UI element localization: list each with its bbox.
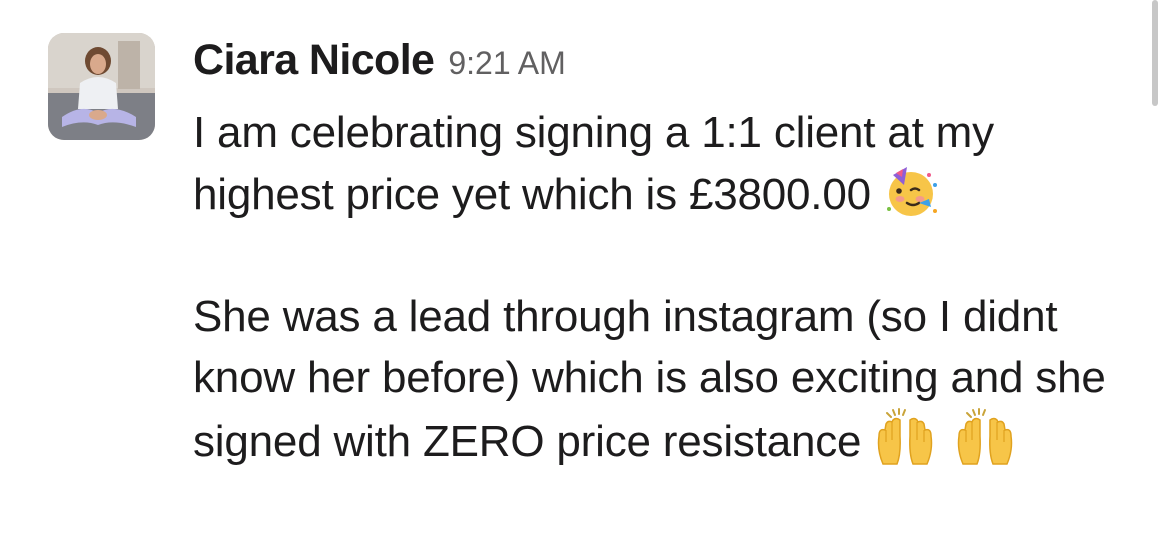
chat-message: Ciara Nicole 9:21 AM I am celebrating si…	[0, 0, 1170, 534]
raising-hands-icon	[953, 408, 1017, 466]
raising-hands-icon	[873, 408, 937, 466]
message-text: I am celebrating signing a 1:1 client at…	[193, 108, 994, 219]
timestamp[interactable]: 9:21 AM	[448, 45, 565, 82]
message-body: I am celebrating signing a 1:1 client at…	[193, 102, 1133, 472]
message-paragraph: I am celebrating signing a 1:1 client at…	[193, 102, 1133, 225]
message-paragraph: She was a lead through instagram (so I d…	[193, 286, 1133, 472]
sender-name[interactable]: Ciara Nicole	[193, 36, 435, 85]
message-header: Ciara Nicole 9:21 AM	[193, 36, 566, 92]
partying-face-icon	[883, 163, 939, 219]
avatar[interactable]	[48, 33, 155, 140]
avatar-image	[48, 33, 155, 140]
scrollbar[interactable]	[1152, 0, 1158, 106]
